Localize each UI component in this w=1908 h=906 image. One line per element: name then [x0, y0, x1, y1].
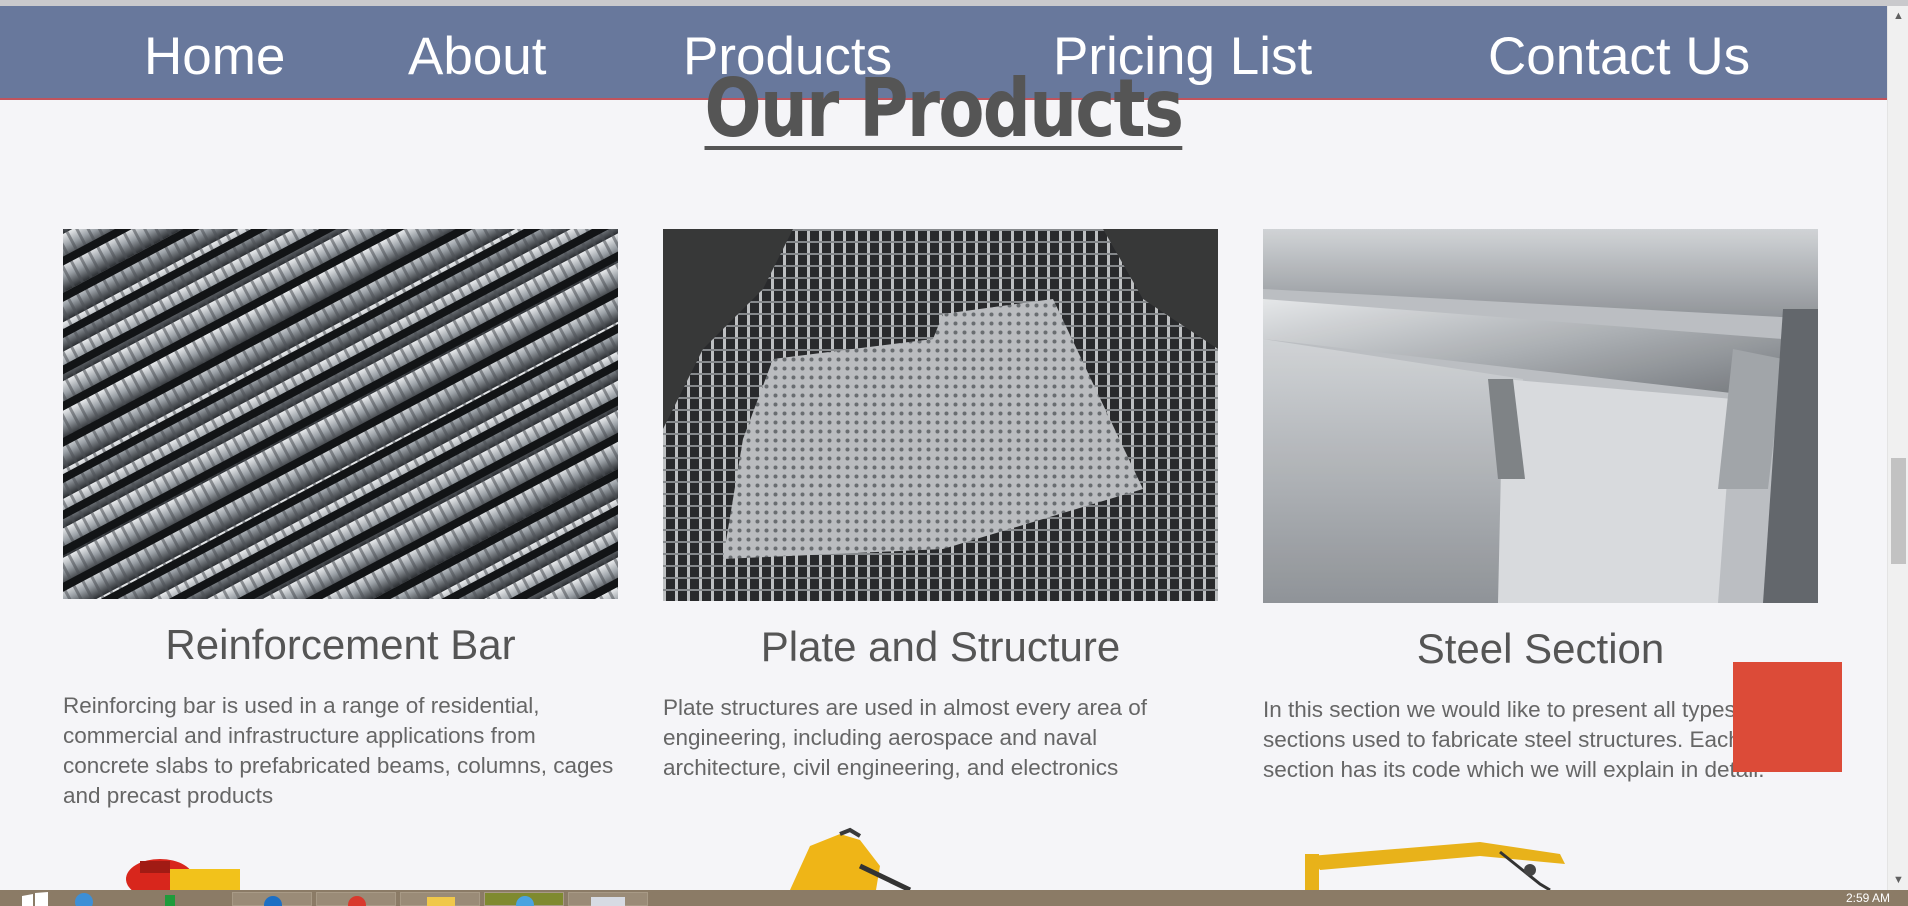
taskbar-clock[interactable]: 2:59 AM [1846, 891, 1890, 905]
taskbar-store-icon[interactable] [135, 892, 185, 906]
product-description: Plate structures are used in almost ever… [663, 695, 1147, 780]
scroll-down-arrow-icon[interactable]: ▼ [1888, 870, 1908, 890]
product-title: Plate and Structure [760, 623, 1121, 670]
scroll-up-arrow-icon[interactable]: ▲ [1888, 6, 1908, 26]
steel-section-image [1263, 229, 1818, 603]
taskbar-file-explorer-icon[interactable] [400, 892, 480, 906]
scroll-thumb[interactable] [1891, 458, 1906, 564]
start-windows-icon[interactable] [20, 892, 50, 906]
taskbar-ie-active-icon[interactable] [484, 892, 564, 906]
os-taskbar: 2:59 AM [0, 890, 1908, 906]
page-title-text: Our Products [704, 62, 1184, 155]
taskbar-firefox-icon[interactable] [232, 892, 312, 906]
product-card-reinforcement-bar: Reinforcement Bar Reinforcing bar is use… [63, 229, 618, 811]
rebar-image [63, 229, 618, 599]
vertical-scrollbar[interactable]: ▲ ▼ [1887, 6, 1908, 890]
plate-grating-image [663, 229, 1218, 601]
product-description: Reinforcing bar is used in a range of re… [63, 693, 614, 808]
winch-machine-image [126, 859, 240, 890]
taskbar-ie-icon[interactable] [64, 892, 114, 906]
crane-arm-image [1305, 842, 1565, 890]
browser-viewport: Home About Products Pricing List Contact… [0, 6, 1887, 890]
taskbar-app-icon[interactable] [568, 892, 648, 906]
product-title: Reinforcement Bar [165, 621, 516, 668]
excavator-image [790, 827, 912, 890]
back-to-top-button[interactable] [1733, 662, 1842, 772]
taskbar-chrome-icon[interactable] [316, 892, 396, 906]
page-title: Our Products [0, 62, 1887, 155]
product-card-plate-and-structure: Plate and Structure Plate structures are… [663, 229, 1218, 783]
